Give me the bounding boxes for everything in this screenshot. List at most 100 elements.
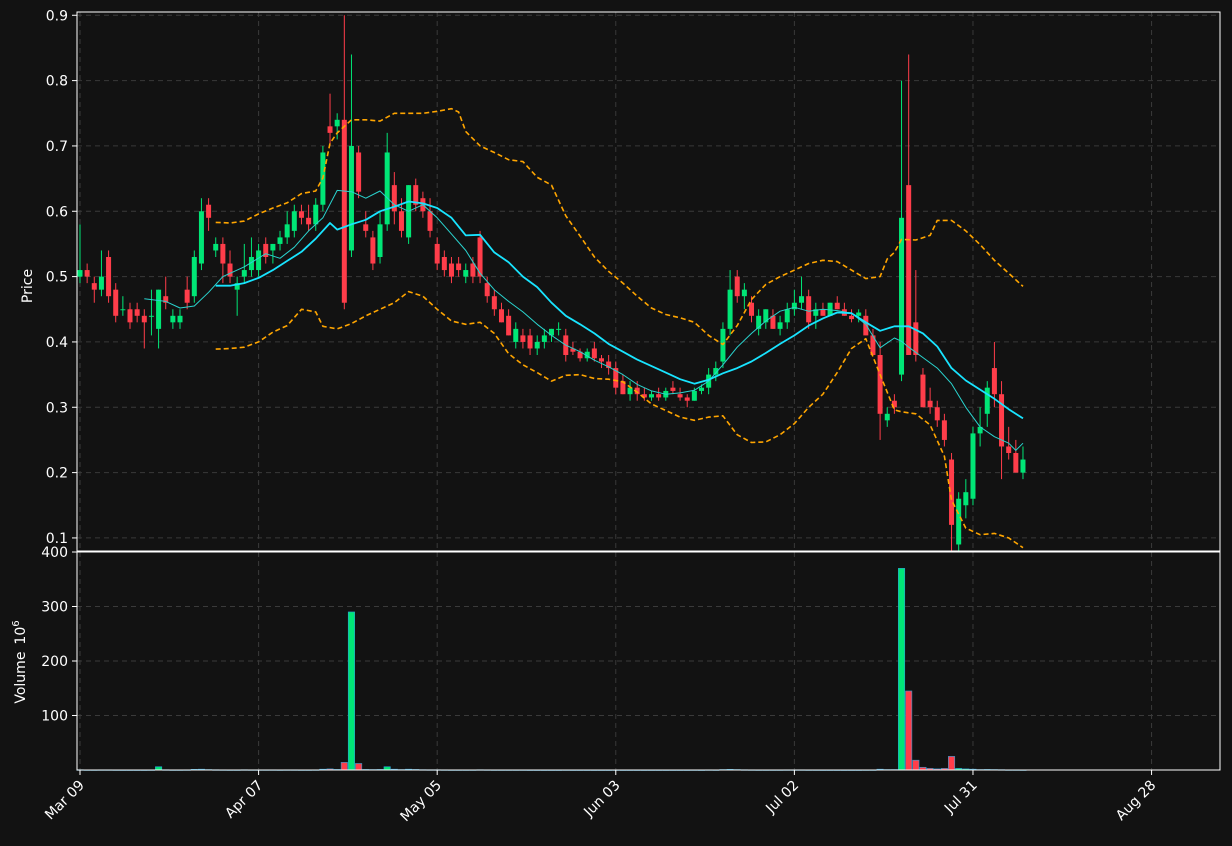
candle-body (691, 390, 697, 401)
candle-body (356, 152, 362, 192)
candle-body (806, 296, 812, 323)
candle-body (906, 185, 912, 355)
volume-tick-label: 100 (41, 709, 68, 725)
candle-body (963, 492, 969, 506)
volume-bar (912, 759, 920, 771)
volume-bar (355, 763, 363, 771)
candle-body (198, 211, 204, 264)
volume-bar (898, 568, 906, 771)
candle-body (991, 368, 997, 395)
volume-y-label-exponent: 6 (11, 620, 22, 626)
candle-body (213, 243, 219, 251)
candle-body (113, 289, 119, 316)
price-tick-label: 0.4 (46, 335, 68, 351)
candle-body (884, 413, 890, 421)
candle-body (434, 243, 440, 264)
candle-body (384, 152, 390, 225)
candle-body (377, 224, 383, 257)
candle-body (241, 270, 247, 277)
candle-body (156, 289, 162, 329)
price-tick-label: 0.6 (46, 204, 68, 220)
volume-bar (948, 756, 956, 771)
candle-body (91, 283, 97, 290)
candle-body (913, 322, 919, 355)
candle-body (1020, 459, 1026, 473)
candle-body (677, 394, 683, 398)
candle-body (956, 498, 962, 545)
volume-y-label: Volume 106 (11, 620, 29, 703)
candle-body (334, 119, 340, 127)
candle-body (927, 400, 933, 408)
price-tick-label: 0.8 (46, 74, 68, 90)
volume-tick-label: 300 (41, 600, 68, 616)
candle-body (284, 224, 290, 238)
candle-body (591, 348, 597, 359)
candle-body (506, 315, 512, 336)
candle-body (484, 283, 490, 297)
candle-body (777, 322, 783, 329)
candle-body (491, 296, 497, 310)
candle (106, 250, 112, 303)
candle-body (277, 237, 283, 244)
candle (406, 185, 412, 244)
candle (956, 492, 962, 551)
candle-body (463, 270, 469, 277)
candle-body (77, 270, 83, 277)
candle-body (949, 459, 955, 525)
price-tick-label: 0.2 (46, 466, 68, 482)
candle-body (834, 302, 840, 310)
price-y-label: Price (20, 269, 36, 303)
candle-body (498, 309, 504, 323)
volume-y-label-exponent-base: 10 (13, 627, 29, 645)
candle-body (520, 335, 526, 342)
candle-body (84, 270, 90, 277)
candle-body (220, 243, 226, 264)
candle-body (527, 335, 533, 349)
candle-body (877, 355, 883, 414)
candle-body (306, 217, 312, 225)
price-tick-label: 0.5 (46, 270, 68, 286)
candle-body (363, 224, 369, 231)
candle-body (984, 387, 990, 414)
candle-body (291, 211, 297, 231)
candle-body (934, 407, 940, 421)
candle-body (1013, 453, 1019, 473)
candle-body (856, 312, 862, 316)
candle-body (734, 276, 740, 297)
candle-body (684, 397, 690, 401)
candle-body (177, 315, 183, 323)
candle-body (370, 237, 376, 264)
candle-body (970, 433, 976, 499)
candle-body (920, 374, 926, 408)
candle-body (941, 420, 947, 440)
candle-body (148, 315, 154, 317)
candle-body (749, 302, 755, 316)
candle-body (341, 119, 347, 303)
candle-body (127, 309, 133, 323)
candle-body (191, 257, 197, 297)
price-tick-label: 0.9 (46, 8, 68, 24)
candle-body (541, 335, 547, 342)
candlestick-chart: 0.10.20.30.40.50.60.70.80.9 100200300400… (0, 0, 1232, 842)
candle-body (820, 309, 826, 316)
price-tick-label: 0.7 (46, 139, 68, 155)
volume-bar (340, 762, 348, 771)
candle-body (398, 211, 404, 231)
candle-body (270, 243, 276, 251)
candle-body (313, 204, 319, 225)
candle-body (206, 204, 212, 218)
volume-y-label-name: Volume (13, 652, 29, 704)
candle-body (184, 289, 190, 303)
candle-body (141, 315, 147, 323)
candle-body (556, 328, 562, 330)
chart-figure: 0.1 0.2 0.3 0.4 0.5 0.6 0.7 0.8 0.9 100 200 300 400… (0, 0, 1232, 842)
price-tick-label: 0.3 (46, 400, 68, 416)
candle-body (427, 211, 433, 231)
candle-body (327, 126, 333, 133)
candle-body (699, 387, 705, 391)
candle (191, 250, 197, 303)
candle-body (863, 315, 869, 336)
candle-body (534, 341, 540, 349)
candle-body (120, 309, 126, 311)
candle-body (656, 394, 662, 398)
